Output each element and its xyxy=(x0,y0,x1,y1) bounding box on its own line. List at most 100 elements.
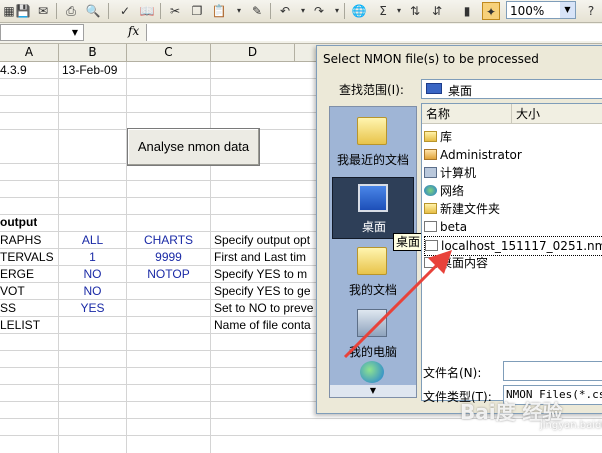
chevron-down-icon[interactable]: ▼ xyxy=(67,25,83,41)
place-my-computer[interactable]: 我的电脑 xyxy=(332,303,414,365)
cell-filelist-d[interactable]: Name of file conta xyxy=(214,317,316,334)
format-painter-icon[interactable]: ✎ xyxy=(248,2,266,20)
sort-descending-icon[interactable]: ⇵ xyxy=(428,2,446,20)
toolbar-separator xyxy=(160,3,161,19)
drawing-icon[interactable]: ✦ xyxy=(482,2,500,20)
file-item[interactable]: 计算机 xyxy=(424,164,476,182)
cell-graphs-label[interactable]: RAPHS xyxy=(0,232,41,249)
undo-icon[interactable]: ↶ xyxy=(276,2,294,20)
place-label: 我最近的文档 xyxy=(336,153,409,167)
name-box[interactable]: ▼ xyxy=(0,24,84,41)
save-icon[interactable]: 💾 xyxy=(14,2,32,20)
file-item-selected[interactable]: localhost_151117_0251.nmon xyxy=(424,236,602,256)
help-icon[interactable]: ? xyxy=(582,2,600,20)
file-item[interactable]: Administrator xyxy=(424,146,522,164)
paste-dropdown-icon[interactable]: ▾ xyxy=(230,2,248,20)
recent-documents-icon xyxy=(357,117,387,145)
cell-graphs-b[interactable]: ALL xyxy=(59,232,126,249)
cell-ss-label[interactable]: SS xyxy=(0,300,16,317)
sort-ascending-icon[interactable]: ⇅ xyxy=(406,2,424,20)
chevron-down-icon[interactable]: ▼ xyxy=(560,2,575,18)
file-item[interactable]: beta xyxy=(424,218,467,236)
user-folder-icon xyxy=(424,149,437,160)
cell-pivot-b[interactable]: NO xyxy=(59,283,126,300)
formula-input[interactable] xyxy=(146,24,602,41)
shortcut-icon xyxy=(424,257,437,268)
folder-icon xyxy=(424,203,437,214)
tooltip: 桌面 xyxy=(393,233,424,251)
column-header-a[interactable]: A xyxy=(0,44,59,61)
cell-merge-c[interactable]: NOTOP xyxy=(127,266,210,283)
file-name: beta xyxy=(440,220,468,234)
library-icon xyxy=(424,131,437,142)
place-desktop[interactable]: 桌面 xyxy=(332,177,414,239)
cell-intervals-label[interactable]: TERVALS xyxy=(0,249,54,266)
file-name: 库 xyxy=(440,130,453,144)
zoom-value: 100% xyxy=(510,4,545,18)
file-name: 计算机 xyxy=(440,166,477,180)
select-nmon-dialog: Select NMON file(s) to be processed 查找范围… xyxy=(316,45,602,414)
standard-toolbar: ▦ 💾 ✉ ⎙ 🔍 ✓ 📖 ✂ ❐ 📋 ▾ ✎ ↶ ▾ ↷ ▾ 🌐 Σ ▾ ⇅ … xyxy=(0,0,602,23)
cell-output-header[interactable]: output xyxy=(0,214,37,231)
toolbar-separator xyxy=(56,3,57,19)
cell-filelist-label[interactable]: LELIST xyxy=(0,317,40,334)
watermark-sub: jingyan.baidu.com xyxy=(540,420,602,431)
cell-merge-d[interactable]: Specify YES to m xyxy=(214,266,316,283)
analyse-nmon-button[interactable]: Analyse nmon data xyxy=(127,128,260,166)
filename-input[interactable] xyxy=(503,361,602,381)
toolbar-separator xyxy=(344,3,345,19)
lookin-combo[interactable]: 桌面 xyxy=(421,79,602,99)
cell-graphs-d[interactable]: Specify output opt xyxy=(214,232,316,249)
my-computer-icon xyxy=(357,309,387,337)
print-icon[interactable]: ⎙ xyxy=(62,2,80,20)
file-item[interactable]: 网络 xyxy=(424,182,464,200)
cell-a1[interactable]: 4.3.9 xyxy=(0,62,27,79)
cell-b1[interactable]: 13-Feb-09 xyxy=(62,62,117,79)
toolbar-separator xyxy=(108,3,109,19)
places-scroll-down[interactable]: ▼ xyxy=(330,385,416,397)
place-network[interactable] xyxy=(332,359,414,385)
cell-intervals-b[interactable]: 1 xyxy=(59,249,126,266)
file-item[interactable]: 桌面内容 xyxy=(424,254,488,272)
lookin-label: 查找范围(I): xyxy=(339,83,404,97)
lookin-value: 桌面 xyxy=(448,84,473,98)
formula-bar: ▼ fx xyxy=(0,23,602,44)
computer-icon xyxy=(424,167,437,178)
spellcheck-icon[interactable]: ✓ xyxy=(116,2,134,20)
research-icon[interactable]: 📖 xyxy=(138,2,156,20)
cell-pivot-label[interactable]: VOT xyxy=(0,283,25,300)
column-header-b[interactable]: B xyxy=(59,44,127,61)
desktop-icon xyxy=(358,184,388,212)
column-header-d[interactable]: D xyxy=(211,44,295,61)
file-item[interactable]: 库 xyxy=(424,128,452,146)
cell-merge-b[interactable]: NO xyxy=(59,266,126,283)
mail-icon[interactable]: ✉ xyxy=(34,2,52,20)
cell-intervals-d[interactable]: First and Last tim xyxy=(214,249,316,266)
cell-graphs-c[interactable]: CHARTS xyxy=(127,232,210,249)
my-documents-icon xyxy=(357,247,387,275)
place-recent-documents[interactable]: 我最近的文档 xyxy=(332,111,414,173)
cut-icon[interactable]: ✂ xyxy=(166,2,184,20)
cell-ss-b[interactable]: YES xyxy=(59,300,126,317)
paste-icon[interactable]: 📋 xyxy=(210,2,228,20)
hyperlink-icon[interactable]: 🌐 xyxy=(350,2,368,20)
place-label: 我的文档 xyxy=(348,283,397,297)
column-header-c[interactable]: C xyxy=(127,44,211,61)
file-list[interactable]: 名称 大小 库 Administrator 计算机 网络 新建文件夹 beta … xyxy=(421,103,602,401)
row-line xyxy=(0,435,602,436)
copy-icon[interactable]: ❐ xyxy=(188,2,206,20)
print-preview-icon[interactable]: 🔍 xyxy=(84,2,102,20)
place-label: 我的电脑 xyxy=(348,345,397,359)
file-item[interactable]: 新建文件夹 xyxy=(424,200,500,218)
cell-ss-d[interactable]: Set to NO to preve xyxy=(214,300,316,317)
file-name: localhost_151117_0251.nmon xyxy=(441,239,602,253)
cell-merge-label[interactable]: ERGE xyxy=(0,266,34,283)
column-header-size[interactable]: 大小 xyxy=(512,104,602,124)
fx-icon[interactable]: fx xyxy=(128,24,139,38)
column-header-name[interactable]: 名称 xyxy=(422,104,512,124)
shortcut-icon xyxy=(424,221,437,232)
chart-wizard-icon[interactable]: ▮ xyxy=(458,2,476,20)
cell-pivot-d[interactable]: Specify YES to ge xyxy=(214,283,316,300)
redo-icon[interactable]: ↷ xyxy=(310,2,328,20)
cell-intervals-c[interactable]: 9999 xyxy=(127,249,210,266)
